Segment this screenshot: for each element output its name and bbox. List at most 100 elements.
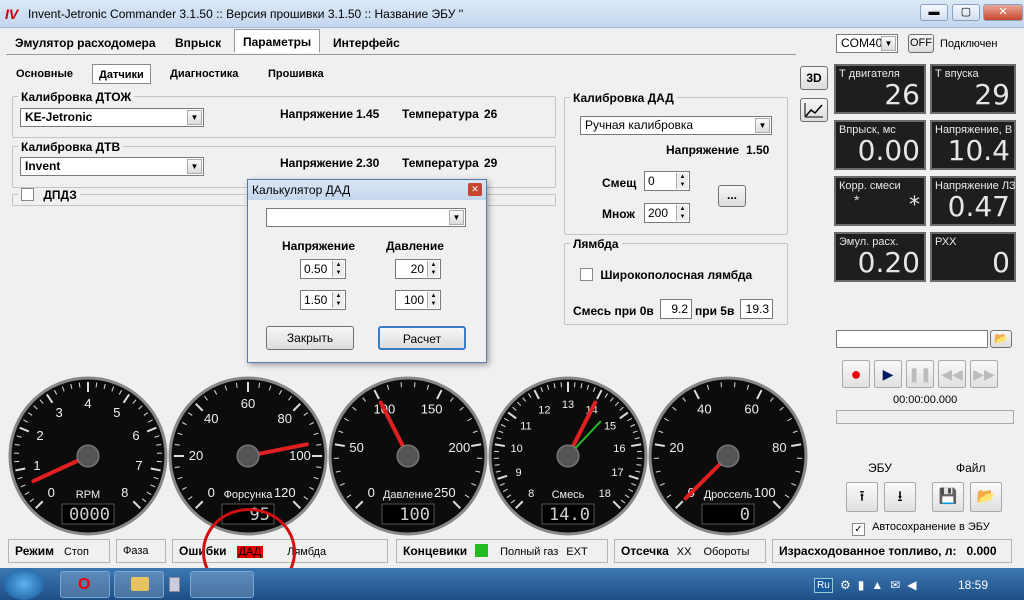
status-fuel: Израсходованное топливо, л: 0.000 [772, 539, 1012, 563]
com-port-select[interactable]: COM40 ▼ [836, 34, 898, 53]
gauge-hub [396, 444, 420, 468]
wideband-checkbox[interactable] [580, 268, 593, 281]
calc-pressure1[interactable]: 20 ▲ ▼ [395, 259, 441, 279]
dad-mult-spinner[interactable]: 200 ▲ ▼ [644, 203, 690, 223]
gauge-strip: 012345678RPM0000020406080100120Форсунка9… [8, 376, 808, 536]
at5-label: при 5в [695, 304, 735, 318]
pause-button[interactable]: ❚❚ [906, 360, 934, 388]
panel-voltage: Напряжение, В 10.4 [930, 120, 1016, 170]
chart-button[interactable] [800, 98, 828, 122]
gauge-tick [95, 382, 98, 388]
dtozh-select[interactable]: KE-Jetronic ▼ [20, 108, 204, 127]
taskbar-opera[interactable]: O [60, 571, 110, 598]
taskbar-app[interactable] [190, 571, 254, 598]
calc-voltage2[interactable]: 1.50 ▲ ▼ [300, 290, 346, 310]
dtv-select[interactable]: Invent ▼ [20, 157, 204, 176]
rewind-button[interactable]: ◀◀ [938, 360, 966, 388]
tab-divider [6, 54, 796, 55]
download-icon: ⭳ [897, 488, 903, 505]
gauge-tick-label: 8 [121, 485, 128, 500]
panel-intake-temp: Т впуска 29 [930, 64, 1016, 114]
calculator-icon [169, 577, 180, 592]
gauge-tick-label: 200 [449, 440, 471, 455]
window-title: Invent-Jetronic Commander 3.1.50 :: Верс… [28, 7, 464, 21]
autosave-checkbox[interactable]: ✓ [852, 523, 865, 536]
tray-icons[interactable]: ⚙▮▲✉◀ [840, 578, 924, 592]
autosave-label: Автосохранение в ЭБУ [872, 521, 990, 533]
gauge-tick-label: 15 [604, 420, 616, 432]
calc-close-button[interactable]: Закрыть [266, 326, 354, 350]
subtab-main[interactable]: Основные [10, 64, 79, 84]
gauge-display: 100 [399, 505, 430, 525]
file-save-button[interactable]: 💾 [932, 482, 964, 512]
tab-injection[interactable]: Впрыск [166, 30, 230, 54]
lambda-legend: Лямбда [570, 237, 622, 251]
forward-button[interactable]: ▶▶ [970, 360, 998, 388]
gauge-tick-label: 17 [611, 467, 623, 479]
calc-voltage1[interactable]: 0.50 ▲ ▼ [300, 259, 346, 279]
dad-mult-label: Множ [602, 207, 635, 221]
dtv-voltage: 2.30 [356, 156, 380, 170]
subtab-firmware[interactable]: Прошивка [262, 64, 330, 84]
pause-icon: ❚❚ [908, 366, 932, 382]
gauge-name: Давление [383, 489, 433, 501]
gauge-tick-label: 0 [208, 485, 215, 500]
calc-select[interactable]: ▼ [266, 208, 466, 227]
status-phase: Фаза [116, 539, 166, 563]
ecu-download-button[interactable]: ⭳ [884, 482, 916, 512]
ecu-upload-button[interactable]: ⭱ [846, 482, 878, 512]
gauge-display: 14.0 [549, 505, 590, 525]
open-log-button[interactable]: 📂 [990, 330, 1012, 348]
dad-mode-select[interactable]: Ручная калибровка ▼ [580, 116, 772, 135]
gauge-tick [78, 382, 81, 388]
minimize-button[interactable]: ▬ [920, 4, 948, 21]
taskbar-explorer[interactable] [114, 571, 164, 598]
calc-pressure2[interactable]: 100 ▲ ▼ [395, 290, 441, 310]
log-file-input[interactable] [836, 330, 988, 348]
close-button[interactable]: ✕ [983, 4, 1023, 21]
calc-compute-button[interactable]: Расчет [378, 326, 466, 350]
gauge-hub [236, 444, 260, 468]
play-button[interactable]: ▶ [874, 360, 902, 388]
player-slider[interactable] [836, 410, 1014, 424]
clock: 18:59 [958, 578, 989, 592]
dpdz-checkbox[interactable] [21, 188, 34, 201]
dtv-voltage-label: Напряжение [280, 156, 354, 170]
dpdz-label: ДПДЗ [43, 188, 77, 202]
subtab-diagnostics[interactable]: Диагностика [164, 64, 244, 84]
gauge-tick-label: 18 [599, 488, 611, 500]
record-button[interactable]: ● [842, 360, 870, 388]
gauge-tick-label: 8 [528, 488, 534, 500]
panel-lambda-voltage: Напряжение ЛЗ 0.47 [930, 176, 1016, 226]
start-button[interactable] [4, 568, 44, 600]
tab-interface[interactable]: Интерфейс [324, 30, 409, 54]
maximize-button[interactable]: ▢ [952, 4, 980, 21]
gauge-tick-label: 1 [33, 458, 40, 473]
gauge-tick-label: 150 [421, 402, 443, 417]
gauge-tick-label: 20 [669, 440, 683, 455]
gauge-tick [494, 464, 500, 466]
tab-parameters[interactable]: Параметры [234, 29, 321, 53]
folder-icon [131, 577, 149, 591]
lang-indicator[interactable]: Ru [814, 578, 833, 593]
gauge-tick-label: 60 [241, 396, 255, 411]
dtozh-temp: 26 [484, 107, 498, 121]
dad-more-button[interactable]: ... [718, 185, 746, 207]
subtab-sensors[interactable]: Датчики [92, 64, 151, 84]
dad-offset-spinner[interactable]: 0 ▲ ▼ [644, 171, 690, 191]
gauge-4: 020406080100Дроссель0 [648, 376, 808, 536]
calc-pressure-header: Давление [386, 239, 444, 253]
chart-icon [804, 103, 823, 118]
gauge-tick-label: 0 [368, 485, 375, 500]
mix5-input[interactable]: 19.3 [740, 299, 773, 319]
tab-emulator[interactable]: Эмулятор расходомера [6, 30, 165, 54]
calc-close-icon[interactable]: ✕ [468, 183, 482, 196]
dtozh-voltage-label: Напряжение [280, 107, 354, 121]
gauge-hub [556, 444, 580, 468]
upload-icon: ⭱ [859, 488, 865, 505]
mix0-input[interactable]: 9.2 [660, 299, 692, 319]
dtozh-voltage: 1.45 [356, 107, 380, 121]
file-open-button[interactable]: 📂 [970, 482, 1002, 512]
off-button[interactable]: OFF [908, 34, 934, 53]
3d-button[interactable]: 3D [800, 66, 828, 90]
